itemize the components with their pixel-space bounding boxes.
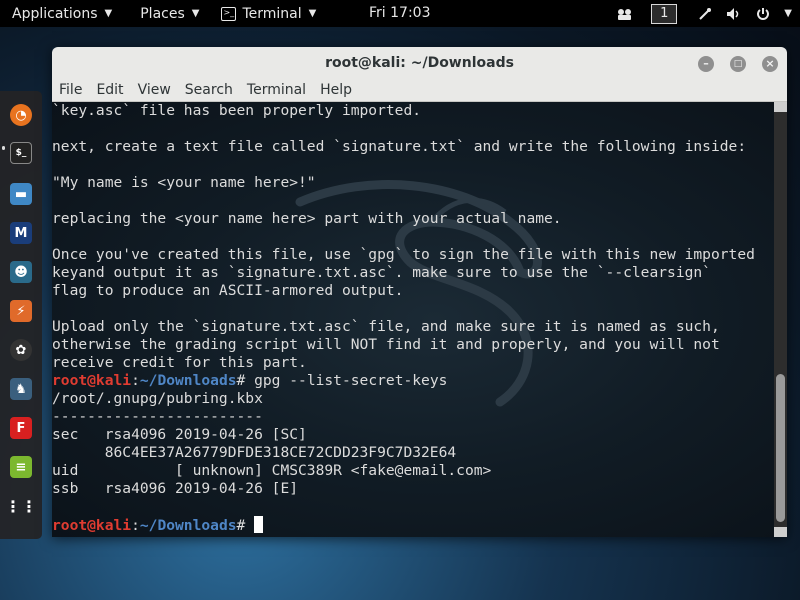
terminal-icon: >_ — [221, 6, 237, 21]
terminal-line: receive credit for this part. — [52, 354, 307, 371]
metasploit-icon[interactable]: M — [10, 222, 32, 244]
prompt-separator: : — [131, 517, 140, 534]
prompt-line: root@kali:~/Downloads# — [52, 516, 774, 534]
show-apps-icon[interactable]: ⋮⋮ — [5, 495, 37, 517]
power-icon[interactable] — [756, 7, 770, 21]
command-text: gpg --list-secret-keys — [254, 372, 448, 389]
prompt-user: root@kali — [52, 517, 132, 534]
workspace-indicator[interactable]: 1 — [651, 3, 678, 24]
terminal-app-menu[interactable]: >_ Terminal ▼ — [209, 0, 326, 27]
terminal-line: Upload only the `signature.txt.asc` file… — [52, 318, 720, 335]
maltego-icon[interactable]: ✿ — [10, 339, 32, 361]
terminal-line: otherwise the grading script will NOT fi… — [52, 336, 720, 353]
window-titlebar[interactable]: root@kali: ~/Downloads – □ × — [52, 47, 787, 79]
top-panel: Applications ▼ Places ▼ >_ Terminal ▼ Fr… — [0, 0, 800, 27]
scrollbar[interactable] — [774, 102, 787, 537]
output-line: 86C4EE37A26779DFDE318CE72CDD23F9C7D32E64 — [52, 444, 457, 461]
places-menu[interactable]: Places ▼ — [122, 0, 209, 27]
output-line: uid [ unknown] CMSC389R <fake@email.com> — [52, 462, 492, 479]
terminal-view[interactable]: `key.asc` file has been properly importe… — [52, 102, 787, 537]
files-icon[interactable]: ▬ — [10, 183, 32, 205]
leafpad-icon[interactable]: ≡ — [10, 456, 32, 478]
terminal-app-label: Terminal — [242, 5, 302, 22]
applications-label: Applications — [12, 5, 98, 22]
terminal-output: `key.asc` file has been properly importe… — [52, 102, 774, 534]
maximize-button[interactable]: □ — [730, 56, 746, 72]
window-title: root@kali: ~/Downloads — [325, 55, 514, 71]
terminal-line: next, create a text file called `signatu… — [52, 138, 747, 155]
output-line: sec rsa4096 2019-04-26 [SC] — [52, 426, 307, 443]
volume-icon[interactable] — [726, 7, 742, 21]
prompt-path: ~/Downloads — [139, 517, 237, 534]
scroll-up-arrow[interactable] — [774, 102, 787, 112]
burpsuite-icon[interactable]: ⚡ — [10, 300, 32, 322]
chevron-down-icon: ▼ — [308, 8, 317, 19]
chevron-down-icon: ▼ — [191, 8, 200, 19]
terminal-line: replacing the <your name here> part with… — [52, 210, 562, 227]
menu-view[interactable]: View — [131, 82, 178, 98]
menu-bar: File Edit View Search Terminal Help — [52, 79, 787, 102]
output-line: /root/.gnupg/pubring.kbx — [52, 390, 263, 407]
firefox-icon[interactable]: ◔ — [10, 104, 32, 126]
prompt-separator: : — [131, 372, 140, 389]
applications-menu[interactable]: Applications ▼ — [0, 0, 122, 27]
menu-search[interactable]: Search — [178, 82, 240, 98]
accessibility-icon[interactable] — [698, 7, 712, 21]
terminal-line: Once you've created this file, use `gpg`… — [52, 246, 755, 263]
camera-icon[interactable] — [616, 7, 634, 21]
scroll-down-arrow[interactable] — [774, 527, 787, 537]
output-line: ------------------------ — [52, 408, 263, 425]
minimize-button[interactable]: – — [698, 56, 714, 72]
places-label: Places — [140, 5, 185, 22]
close-button[interactable]: × — [762, 56, 778, 72]
prompt-symbol: # — [236, 517, 255, 534]
dock: ◔ $_ ▬ M ☻ ⚡ ✿ ♞ F ≡ ⋮⋮ — [0, 91, 42, 539]
menu-edit[interactable]: Edit — [89, 82, 130, 98]
clock[interactable]: Fri 17:03 — [369, 5, 430, 21]
terminal-icon[interactable]: $_ — [10, 142, 32, 164]
scrollbar-thumb[interactable] — [776, 374, 785, 522]
terminal-line: "My name is <your name here>!" — [52, 174, 316, 191]
faraday-icon[interactable]: F — [10, 417, 32, 439]
prompt-symbol: # — [236, 372, 255, 389]
prompt-user: root@kali — [52, 372, 132, 389]
menu-file[interactable]: File — [52, 82, 89, 98]
menu-help[interactable]: Help — [313, 82, 359, 98]
terminal-line: flag to produce an ASCII-armored output. — [52, 282, 404, 299]
beef-icon[interactable]: ♞ — [10, 378, 32, 400]
cursor — [254, 516, 264, 533]
chevron-down-icon: ▼ — [104, 8, 113, 19]
prompt-path: ~/Downloads — [139, 372, 237, 389]
chevron-down-icon[interactable]: ▼ — [784, 8, 792, 19]
menu-terminal[interactable]: Terminal — [240, 82, 313, 98]
terminal-window: root@kali: ~/Downloads – □ × File Edit V… — [52, 47, 787, 537]
command-line: root@kali:~/Downloads# gpg --list-secret… — [52, 372, 774, 390]
output-line: ssb rsa4096 2019-04-26 [E] — [52, 480, 299, 497]
armitage-icon[interactable]: ☻ — [10, 261, 32, 283]
terminal-line: `key.asc` file has been properly importe… — [52, 102, 422, 119]
terminal-line: keyand output it as `signature.txt.asc`.… — [52, 264, 711, 281]
active-indicator — [2, 146, 5, 150]
